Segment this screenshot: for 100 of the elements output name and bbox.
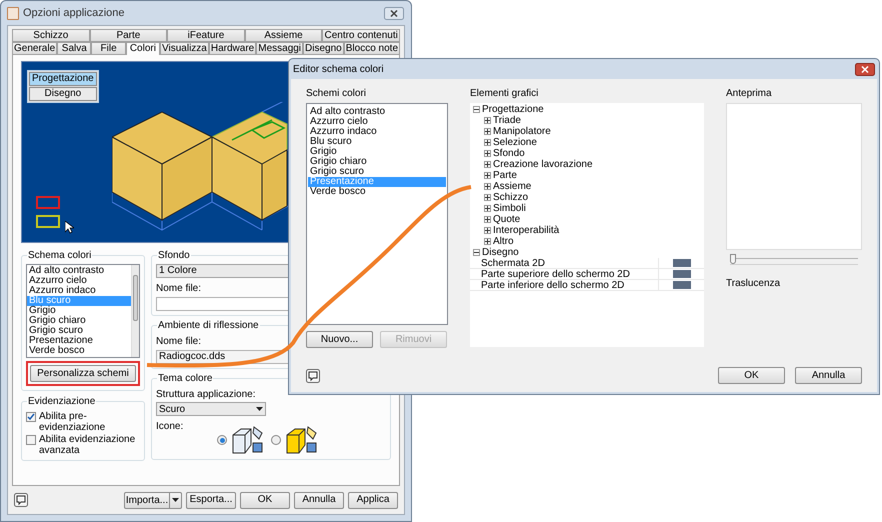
scrollbar[interactable] (131, 265, 139, 357)
list-item[interactable]: Grigio scuro (308, 167, 446, 177)
section-label: Anteprima (726, 87, 773, 100)
tree-node[interactable]: Triade (493, 115, 521, 126)
expand-icon[interactable] (484, 194, 491, 201)
tab[interactable]: Colori (126, 42, 160, 55)
tab[interactable]: Schizzo (12, 29, 90, 42)
dialog-button[interactable]: OK (240, 492, 290, 508)
tree-node[interactable]: Progettazione (482, 104, 544, 115)
list-item[interactable]: Azzurro cielo (27, 276, 131, 286)
tab[interactable]: Visualizza (160, 42, 209, 55)
close-icon[interactable] (383, 6, 405, 20)
tree-node[interactable]: Creazione lavorazione (493, 159, 593, 170)
group-label: Evidenziazione (27, 396, 96, 407)
translucency-slider[interactable] (730, 254, 858, 266)
tree-node[interactable]: Altro (493, 236, 514, 247)
color-swatch[interactable] (672, 270, 690, 278)
expand-icon[interactable] (484, 205, 491, 212)
dialog-button[interactable]: Personalizza schemi (30, 365, 136, 382)
app-logo-icon (7, 6, 19, 20)
field-label: Icone: (156, 420, 184, 434)
list-item[interactable]: Grigio chiaro (27, 316, 131, 326)
tree-node[interactable]: Simboli (493, 203, 526, 214)
dialog-button[interactable]: Applica (348, 492, 398, 508)
checkbox[interactable] (26, 412, 36, 422)
mode-button[interactable]: Progettazione (29, 72, 97, 86)
tab[interactable]: Messaggi (256, 42, 304, 55)
list-item[interactable]: Verde bosco (308, 187, 446, 197)
dialog-button[interactable]: Annulla (795, 367, 862, 384)
group-label: Schema colori (27, 250, 92, 261)
tree-node[interactable]: Parte (493, 170, 517, 181)
selection-frame-icon (36, 196, 60, 209)
list-item[interactable]: Grigio (27, 306, 131, 316)
expand-icon[interactable] (484, 139, 491, 146)
field-label: Nome file: (156, 282, 202, 296)
list-item[interactable]: Blu scuro (308, 137, 446, 147)
tree-node[interactable]: Disegno (482, 247, 519, 258)
selection-frame-icon (36, 215, 60, 228)
tab[interactable]: iFeature (167, 29, 245, 42)
import-split-button[interactable]: Importa... (124, 492, 182, 508)
slider-thumb[interactable] (730, 254, 736, 264)
dialog-button[interactable]: Esporta... (186, 492, 236, 508)
list-item[interactable]: Grigio chiaro (308, 157, 446, 167)
expand-icon[interactable] (484, 161, 491, 168)
dialog-button[interactable]: Annulla (294, 492, 344, 508)
tree-node[interactable]: Parte inferiore dello schermo 2D (470, 280, 658, 290)
tab[interactable]: File (91, 42, 126, 55)
expand-icon[interactable] (484, 172, 491, 179)
tab[interactable]: Salva (57, 42, 92, 55)
color-swatch[interactable] (672, 259, 690, 267)
mode-button[interactable]: Disegno (29, 87, 97, 101)
group-label: Ambiente di riflessione (157, 320, 260, 331)
section-label: Elementi grafici (470, 87, 540, 100)
group-label: Sfondo (157, 250, 191, 261)
expand-icon[interactable] (484, 150, 491, 157)
collapse-icon[interactable] (473, 106, 480, 113)
list-item[interactable]: Grigio (308, 147, 446, 157)
help-icon[interactable] (306, 368, 320, 382)
expand-icon[interactable] (484, 227, 491, 234)
tab[interactable]: Centro contenuti (322, 29, 400, 42)
radio-button[interactable] (271, 435, 282, 445)
expand-icon[interactable] (484, 128, 491, 135)
tree-node[interactable]: Interoperabilità (493, 225, 560, 236)
list-item[interactable]: Presentazione (27, 336, 131, 346)
tree-node[interactable]: Schermata 2D (470, 258, 658, 268)
tab[interactable]: Disegno (303, 42, 344, 55)
list-item[interactable]: Grigio scuro (27, 326, 131, 336)
close-icon[interactable] (855, 62, 875, 76)
tab[interactable]: Assieme (244, 29, 322, 42)
tree-node[interactable]: Assieme (493, 181, 532, 192)
tab[interactable]: Generale (12, 42, 58, 55)
expand-icon[interactable] (484, 183, 491, 190)
tree-node[interactable]: Parte superiore dello schermo 2D (470, 268, 658, 280)
section-label: Schemi colori (306, 87, 368, 100)
tree-node[interactable]: Manipolatore (493, 126, 551, 137)
expand-icon[interactable] (484, 238, 491, 245)
list-item[interactable]: Azzurro indaco (27, 286, 131, 296)
dialog-button[interactable]: OK (718, 367, 785, 384)
tree-node[interactable]: Schizzo (493, 192, 528, 203)
expand-icon[interactable] (484, 117, 491, 124)
tab[interactable]: Blocco note (344, 42, 400, 55)
color-swatch[interactable] (672, 281, 690, 289)
list-item[interactable]: Verde bosco (27, 346, 131, 356)
tree-node[interactable]: Sfondo (493, 148, 525, 159)
theme-dropdown[interactable]: Scuro (156, 402, 266, 416)
tree-node[interactable]: Selezione (493, 137, 537, 148)
list-item[interactable]: Azzurro indaco (308, 127, 446, 137)
tab[interactable]: Parte (90, 29, 168, 42)
list-item[interactable]: Ad alto contrasto (308, 107, 446, 117)
dialog-button[interactable]: Nuovo... (306, 331, 373, 348)
tab[interactable]: Hardware (208, 42, 256, 55)
radio-button[interactable] (217, 435, 228, 445)
collapse-icon[interactable] (473, 249, 480, 256)
list-item[interactable]: Ad alto contrasto (27, 266, 131, 276)
expand-icon[interactable] (484, 216, 491, 223)
group-label: Tema colore (157, 373, 214, 384)
list-item[interactable]: Azzurro cielo (308, 117, 446, 127)
help-icon[interactable] (14, 493, 28, 507)
tree-node[interactable]: Quote (493, 214, 520, 225)
checkbox[interactable] (26, 435, 36, 445)
